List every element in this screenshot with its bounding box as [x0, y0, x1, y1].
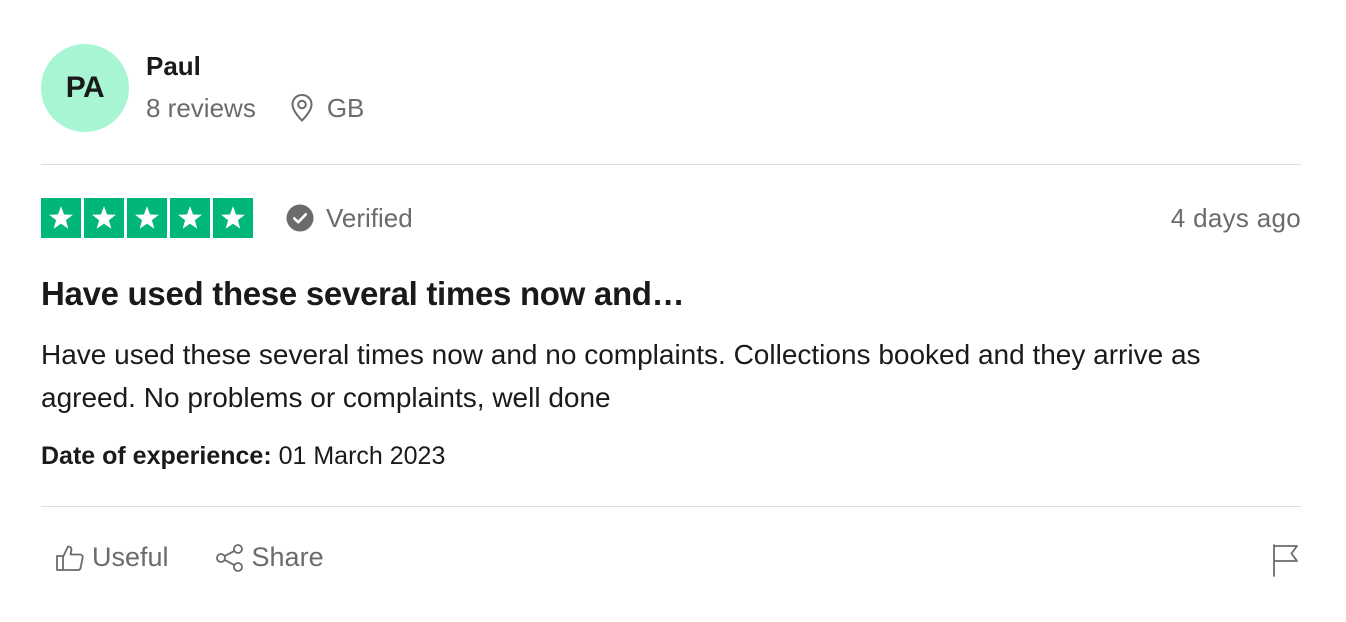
reviewer-meta: 8 reviews GB — [146, 92, 364, 124]
divider — [41, 506, 1301, 507]
reviewer-location: GB — [290, 92, 365, 124]
flag-icon — [1273, 544, 1298, 577]
experience-date: 01 March 2023 — [278, 442, 446, 470]
useful-button[interactable]: Useful — [55, 542, 169, 573]
share-button[interactable]: Share — [215, 542, 324, 573]
reviewer-name[interactable]: Paul — [146, 50, 364, 82]
review-actions: Useful Share — [55, 542, 324, 573]
location-text: GB — [326, 93, 365, 123]
review-date: 4 days ago — [1170, 202, 1301, 233]
reviewer-info: Paul 8 reviews GB — [146, 44, 364, 124]
avatar[interactable]: PA — [41, 44, 129, 132]
review-title[interactable]: Have used these several times now and… — [41, 274, 685, 314]
verified-badge[interactable]: Verified — [286, 203, 413, 234]
report-button[interactable] — [1270, 543, 1300, 582]
star-icon — [41, 198, 81, 238]
rating-row: Verified 4 days ago — [41, 198, 1301, 238]
share-icon — [215, 543, 243, 572]
reviewer-header: PA Paul 8 reviews GB — [41, 44, 364, 132]
review-body: Have used these several times now and no… — [41, 339, 1201, 413]
useful-label: Useful — [92, 542, 169, 572]
review-card: PA Paul 8 reviews GB Verified 4 days ago… — [0, 0, 1346, 622]
star-icon — [213, 198, 253, 238]
divider — [41, 164, 1301, 165]
star-icon — [127, 198, 167, 238]
star-icon — [170, 198, 210, 238]
review-count: 8 reviews — [146, 93, 256, 123]
share-label: Share — [251, 542, 324, 572]
avatar-initials: PA — [65, 71, 105, 104]
thumbs-up-icon — [56, 545, 84, 571]
map-pin-icon — [291, 93, 313, 122]
star-icon — [84, 198, 124, 238]
check-circle-icon — [286, 204, 314, 232]
date-of-experience: Date of experience: 01 March 2023 — [41, 440, 445, 472]
verified-label: Verified — [326, 202, 413, 233]
star-rating — [41, 198, 253, 238]
experience-label: Date of experience: — [41, 442, 272, 470]
